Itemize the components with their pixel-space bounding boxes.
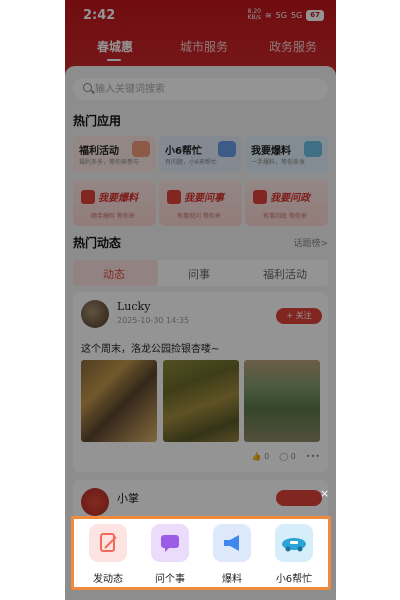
publish-action-sheet: 发动态 问个事 爆料 小6帮忙	[71, 516, 331, 590]
action-xiao6-help[interactable]: 小6帮忙	[266, 524, 322, 585]
action-label: 小6帮忙	[275, 574, 313, 585]
close-icon[interactable]: ×	[320, 487, 329, 500]
modal-overlay[interactable]	[65, 0, 336, 600]
action-label: 发动态	[93, 574, 123, 585]
megaphone-icon	[213, 524, 251, 562]
chat-icon	[151, 524, 189, 562]
action-post-dynamic[interactable]: 发动态	[80, 524, 136, 585]
action-label: 爆料	[222, 574, 242, 585]
action-report[interactable]: 爆料	[204, 524, 260, 585]
action-ask-question[interactable]: 问个事	[142, 524, 198, 585]
action-label: 问个事	[155, 574, 185, 585]
phone-screen: 2:42 8.20KB/s ≋ 5G 5G 67 春城惠 城市服务 政务服务 热…	[65, 0, 336, 600]
edit-icon	[89, 524, 127, 562]
robot-car-icon	[275, 524, 313, 562]
